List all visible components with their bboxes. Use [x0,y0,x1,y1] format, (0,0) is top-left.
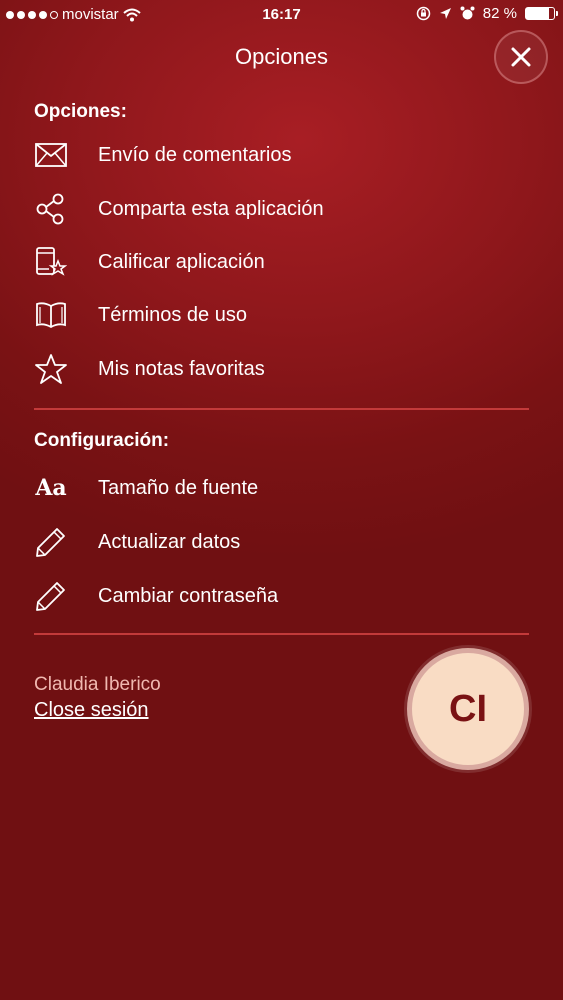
logout-link[interactable]: Close sesión [34,699,149,722]
close-icon [511,47,531,67]
divider [34,633,529,635]
menu-item-compartir[interactable]: Comparta esta aplicación [34,187,529,231]
location-icon [439,8,451,19]
page-title: Opciones [235,44,328,69]
star-icon [34,352,68,386]
avatar[interactable]: CI [407,648,529,770]
menu-item-label: Calificar aplicación [98,250,265,273]
menu-item-contrasena[interactable]: Cambiar contraseña [34,574,529,618]
menu-item-comentarios[interactable]: Envío de comentarios [34,133,529,177]
section-title-configuracion: Configuración: [34,430,170,451]
alarm-icon [460,6,475,20]
menu-item-terminos[interactable]: Términos de uso [34,293,529,337]
menu-item-calificar[interactable]: Calificar aplicación [34,240,529,284]
battery-percent: 82 % [482,5,517,22]
battery-level [526,8,549,19]
menu-item-tamano-fuente[interactable]: Aa Tamaño de fuente [34,466,529,510]
menu-item-label: Actualizar datos [98,530,241,553]
divider [34,408,529,410]
menu-item-label: Tamaño de fuente [98,476,259,499]
rate-app-icon [34,245,68,279]
menu-item-label: Mis notas favoritas [98,357,265,380]
status-right: 82 % [416,5,558,22]
pencil-icon [34,525,68,559]
menu-item-label: Cambiar contraseña [98,584,279,607]
menu-item-label: Términos de uso [98,303,247,326]
avatar-initials: CI [449,687,487,730]
pencil-icon [34,579,68,613]
share-icon [34,192,68,226]
user-name: Claudia Iberico [34,674,161,695]
menu-item-label: Envío de comentarios [98,143,292,166]
screen-lock-icon [416,6,431,21]
book-icon [34,298,68,332]
status-bar: movistar 16:17 82 % [0,0,563,30]
envelope-icon [34,138,68,172]
menu-item-label: Comparta esta aplicación [98,197,324,220]
section-title-opciones: Opciones: [34,101,127,122]
font-size-icon: Aa [35,475,67,501]
menu-item-actualizar[interactable]: Actualizar datos [34,520,529,564]
menu-item-favoritas[interactable]: Mis notas favoritas [34,347,529,391]
close-button[interactable] [494,30,548,84]
battery-icon [525,7,558,20]
